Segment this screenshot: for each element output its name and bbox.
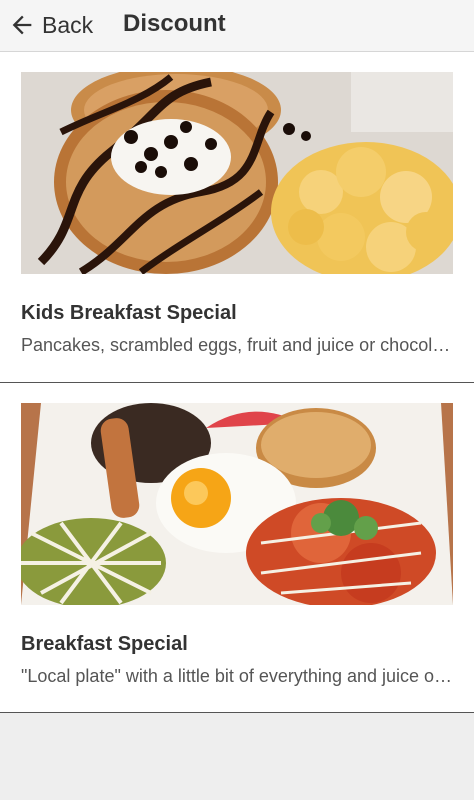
item-name: Kids Breakfast Special: [21, 302, 237, 324]
item-photo: [21, 403, 453, 605]
list-item[interactable]: Breakfast Special "Local plate" with a l…: [0, 383, 474, 713]
arrow-left-icon: [12, 15, 32, 35]
app-bar: Back Discount: [0, 0, 474, 52]
back-button[interactable]: Back: [8, 9, 93, 41]
back-label: Back: [42, 11, 94, 38]
item-description: "Local plate" with a little bit of every…: [21, 666, 453, 686]
page-title: Discount: [123, 10, 226, 37]
item-name: Breakfast Special: [21, 633, 188, 655]
item-photo: [21, 72, 453, 274]
discount-list: Kids Breakfast Special Pancakes, scrambl…: [0, 52, 474, 713]
item-description: Pancakes, scrambled eggs, fruit and juic…: [21, 335, 453, 355]
list-item[interactable]: Kids Breakfast Special Pancakes, scrambl…: [0, 52, 474, 383]
